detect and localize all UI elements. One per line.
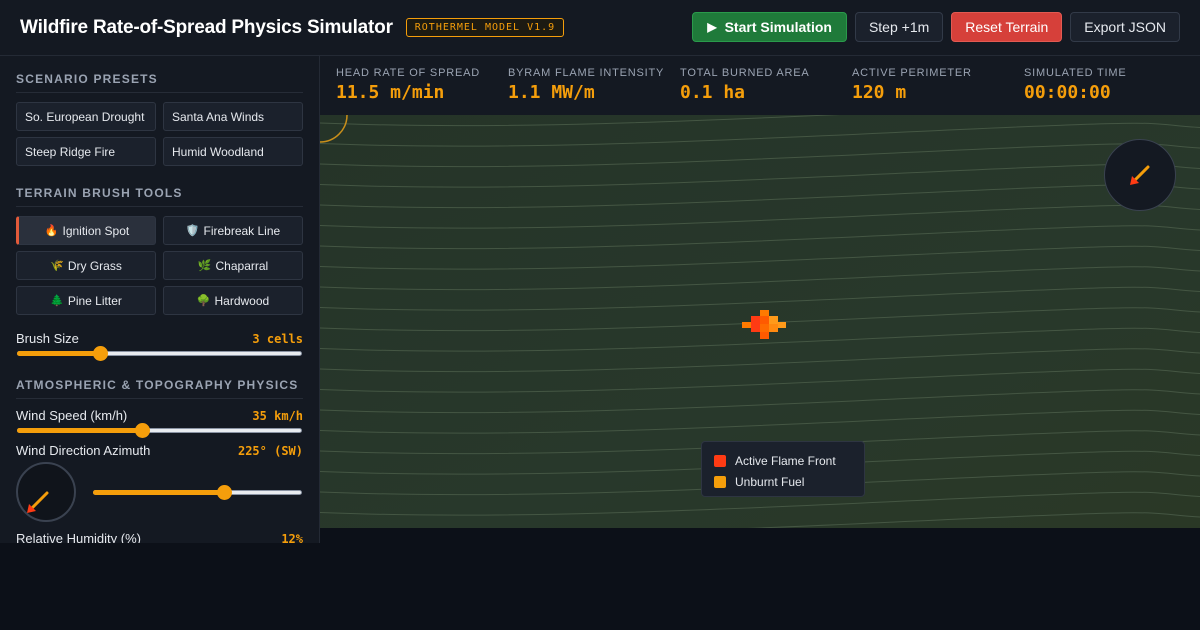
- app-window: Wildfire Rate-of-Spread Physics Simulato…: [0, 0, 1200, 630]
- stat-label: ACTIVE PERIMETER: [852, 67, 972, 79]
- tool-label: Hardwood: [214, 293, 270, 308]
- humidity-label: Relative Humidity (%): [16, 531, 141, 543]
- wind-direction-label: Wind Direction Azimuth: [16, 443, 151, 458]
- wind-direction-dial[interactable]: [16, 462, 76, 522]
- wind-direction-row-controls: [16, 462, 303, 522]
- humidity-value: 12%: [281, 532, 303, 543]
- pine-tree-icon: 🌲: [50, 295, 64, 307]
- wind-speed-slider[interactable]: [16, 423, 303, 438]
- wind-speed-row: Wind Speed (km/h) 35 km/h: [16, 408, 303, 423]
- wind-arrow-icon: [1130, 165, 1150, 185]
- wind-direction-slider[interactable]: [92, 485, 303, 500]
- legend-swatch: [714, 475, 726, 488]
- brush-size-slider[interactable]: [16, 346, 303, 361]
- tool-label: Firebreak Line: [203, 223, 281, 238]
- start-simulation-button[interactable]: ▶ Start Simulation: [692, 12, 847, 42]
- map-wind-indicator: [1104, 139, 1176, 211]
- presets-grid: So. European Drought Santa Ana Winds Ste…: [16, 102, 303, 166]
- tree-icon: 🌳: [196, 295, 211, 307]
- wind-direction-control: Wind Direction Azimuth 225° (SW): [16, 443, 303, 522]
- tools-section-title: TERRAIN BRUSH TOOLS: [16, 186, 303, 207]
- brush-size-control: Brush Size 3 cells: [16, 331, 303, 361]
- stat-label: SIMULATED TIME: [1024, 67, 1127, 79]
- start-simulation-label: Start Simulation: [724, 19, 832, 35]
- control-sidebar: SCENARIO PRESETS So. European Drought Sa…: [0, 56, 320, 543]
- wind-arrow-icon: [27, 491, 49, 513]
- stats-bar: HEAD RATE OF SPREAD 11.5 m/min BYRAM FLA…: [320, 56, 1200, 115]
- page-footer-area: [0, 543, 1200, 630]
- fire-icon: 🔥: [44, 225, 59, 237]
- tool-firebreak-line[interactable]: 🛡️ Firebreak Line: [163, 216, 303, 245]
- header-bar: Wildfire Rate-of-Spread Physics Simulato…: [0, 0, 1200, 56]
- slider-fill: [17, 351, 100, 356]
- brush-size-row: Brush Size 3 cells: [16, 331, 303, 346]
- tool-label: Ignition Spot: [62, 223, 130, 238]
- slider-fill: [17, 428, 142, 433]
- stat-label: BYRAM FLAME INTENSITY: [508, 67, 665, 79]
- slider-thumb[interactable]: [135, 423, 150, 438]
- stat-value: 0.1 ha: [680, 82, 746, 103]
- stat-value: 1.1 MW/m: [508, 82, 595, 103]
- model-badge: ROTHERMEL MODEL V1.9: [405, 18, 565, 37]
- wind-direction-value: 225° (SW): [237, 444, 303, 458]
- tool-ignition-spot[interactable]: 🔥 Ignition Spot: [16, 216, 156, 245]
- play-icon: ▶: [707, 20, 717, 34]
- brush-size-value: 3 cells: [252, 332, 303, 346]
- grass-icon: 🌾: [50, 260, 64, 272]
- slider-thumb[interactable]: [217, 485, 232, 500]
- stat-value: 00:00:00: [1024, 82, 1111, 103]
- tool-dry-grass[interactable]: 🌾 Dry Grass: [16, 251, 156, 280]
- presets-section-title: SCENARIO PRESETS: [16, 72, 303, 93]
- preset-button-steep-ridge[interactable]: Steep Ridge Fire: [16, 137, 156, 166]
- stat-active-perimeter: ACTIVE PERIMETER 120 m: [852, 56, 1024, 115]
- wind-speed-value: 35 km/h: [252, 409, 303, 423]
- slider-fill: [93, 490, 224, 495]
- wind-speed-control: Wind Speed (km/h) 35 km/h: [16, 408, 303, 438]
- tool-label: Pine Litter: [67, 293, 122, 308]
- preset-button-humid-woodland[interactable]: Humid Woodland: [163, 137, 303, 166]
- humidity-control: Relative Humidity (%) 12%: [16, 531, 303, 543]
- legend-label: Active Flame Front: [735, 453, 836, 468]
- tool-chaparral[interactable]: 🌿 Chaparral: [163, 251, 303, 280]
- brush-size-label: Brush Size: [16, 331, 79, 346]
- stat-simulated-time: SIMULATED TIME 00:00:00: [1024, 56, 1196, 115]
- tools-grid: 🔥 Ignition Spot 🛡️ Firebreak Line 🌾 Dry …: [16, 216, 303, 315]
- app-title: Wildfire Rate-of-Spread Physics Simulato…: [20, 16, 393, 38]
- stat-value: 120 m: [852, 82, 907, 103]
- stat-head-rate: HEAD RATE OF SPREAD 11.5 m/min: [336, 56, 508, 115]
- tool-label: Chaparral: [215, 258, 269, 273]
- legend-swatch: [714, 454, 726, 467]
- legend-label: Unburnt Fuel: [735, 474, 805, 489]
- wind-direction-row: Wind Direction Azimuth 225° (SW): [16, 443, 303, 458]
- header-actions: ▶ Start Simulation Step +1m Reset Terrai…: [692, 12, 1180, 42]
- slider-thumb[interactable]: [93, 346, 108, 361]
- physics-section-title: ATMOSPHERIC & TOPOGRAPHY PHYSICS: [16, 378, 303, 399]
- tool-label: Dry Grass: [67, 258, 122, 273]
- tool-hardwood[interactable]: 🌳 Hardwood: [163, 286, 303, 315]
- leaf-icon: 🌿: [197, 260, 212, 272]
- legend-item-flame-front: Active Flame Front: [714, 450, 852, 471]
- preset-button-santa-ana[interactable]: Santa Ana Winds: [163, 102, 303, 131]
- stat-label: HEAD RATE OF SPREAD: [336, 67, 480, 79]
- humidity-row: Relative Humidity (%) 12%: [16, 531, 303, 543]
- stat-flame-intensity: BYRAM FLAME INTENSITY 1.1 MW/m: [508, 56, 680, 115]
- wind-speed-label: Wind Speed (km/h): [16, 408, 128, 423]
- export-json-button[interactable]: Export JSON: [1070, 12, 1180, 42]
- reset-terrain-button[interactable]: Reset Terrain: [951, 12, 1063, 42]
- legend-item-unburnt-fuel: Unburnt Fuel: [714, 471, 852, 492]
- stat-burned-area: TOTAL BURNED AREA 0.1 ha: [680, 56, 852, 115]
- stat-label: TOTAL BURNED AREA: [680, 67, 810, 79]
- tool-pine-litter[interactable]: 🌲 Pine Litter: [16, 286, 156, 315]
- map-legend: Active Flame Front Unburnt Fuel: [701, 441, 865, 497]
- step-button[interactable]: Step +1m: [854, 12, 944, 42]
- stat-value: 11.5 m/min: [336, 82, 445, 103]
- shield-icon: 🛡️: [185, 225, 200, 237]
- preset-button-european-drought[interactable]: So. European Drought: [16, 102, 156, 131]
